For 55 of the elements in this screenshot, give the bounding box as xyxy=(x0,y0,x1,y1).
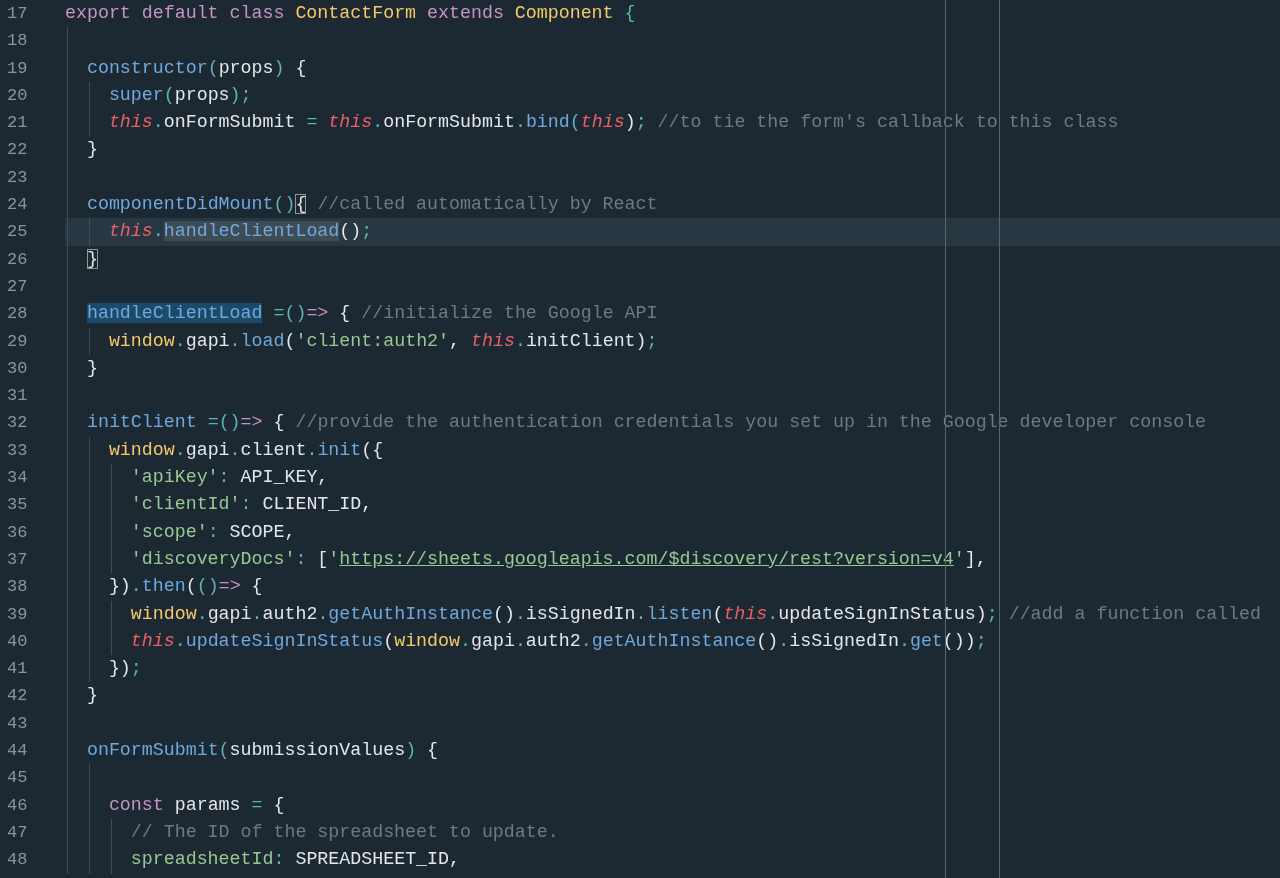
line-number: 36 xyxy=(7,522,28,542)
line-number: 46 xyxy=(7,795,28,815)
line-number: 32 xyxy=(7,413,28,433)
line-number: 25 xyxy=(7,222,28,242)
code-line: export default class ContactForm extends Component { xyxy=(65,3,636,23)
code-line: onFormSubmit(submissionValues) { xyxy=(85,740,439,760)
code-line: window.gapi.load('client:auth2', this.initClient); xyxy=(107,330,658,351)
code-line: // The ID of the spreadsheet to update. xyxy=(129,821,559,842)
line-number: 23 xyxy=(7,167,28,187)
code-line: } xyxy=(85,685,98,706)
line-number: 40 xyxy=(7,631,28,651)
code-line: }).then(()=> { xyxy=(107,576,263,597)
line-number: 22 xyxy=(7,140,28,160)
line-number: 28 xyxy=(7,304,28,324)
code-line: const params = { xyxy=(107,794,285,815)
line-number: 29 xyxy=(7,331,28,351)
line-number: 34 xyxy=(7,468,28,488)
code-line: handleClientLoad =()=> { //initialize the Google API xyxy=(85,303,658,324)
line-number: 41 xyxy=(7,659,28,679)
line-number: 43 xyxy=(7,713,28,733)
line-number: 31 xyxy=(7,386,28,406)
code-line: window.gapi.client.init({ xyxy=(107,439,384,460)
code-line: 'scope': SCOPE, xyxy=(129,521,296,542)
code-line: 'clientId': CLIENT_ID, xyxy=(129,494,373,515)
line-number: 21 xyxy=(7,113,28,133)
code-line: }); xyxy=(107,658,142,679)
code-line: 'discoveryDocs': ['https://sheets.googleapis.com/$discovery/rest?version=v4'], xyxy=(129,548,987,569)
line-number: 44 xyxy=(7,741,28,760)
line-number: 27 xyxy=(7,276,28,296)
line-number: 26 xyxy=(7,249,28,269)
line-number: 24 xyxy=(7,195,28,215)
code-line: } xyxy=(85,357,98,378)
line-number: 35 xyxy=(7,495,28,515)
code-line: window.gapi.auth2.getAuthInstance().isSignedIn.listen(this.updateSignInStatus); //add a function called xyxy=(129,603,1261,624)
line-number: 20 xyxy=(7,85,28,105)
code-line: } xyxy=(85,139,98,160)
line-number: 38 xyxy=(7,577,28,597)
line-number: 17 xyxy=(7,4,28,23)
line-number: 33 xyxy=(7,440,28,460)
code-line: 'apiKey': API_KEY, xyxy=(129,467,329,488)
line-number: 37 xyxy=(7,549,28,569)
code-line: this.updateSignInStatus(window.gapi.auth2.getAuthInstance().isSignedIn.get()); xyxy=(129,630,987,651)
line-number: 39 xyxy=(7,604,28,624)
code-line: super(props); xyxy=(107,84,252,105)
code-line: constructor(props) { xyxy=(85,57,307,78)
line-number: 18 xyxy=(7,31,28,51)
line-number: 19 xyxy=(7,58,28,78)
line-number: 30 xyxy=(7,358,28,378)
line-number: 47 xyxy=(7,822,28,842)
code-line: spreadsheetId: SPREADSHEET_ID, xyxy=(129,849,460,870)
line-number: 42 xyxy=(7,686,28,706)
line-number: 45 xyxy=(7,768,28,788)
line-number: 48 xyxy=(7,850,28,870)
code-line: componentDidMount(){ //called automatically by React xyxy=(85,194,658,215)
code-line: } xyxy=(85,248,98,269)
